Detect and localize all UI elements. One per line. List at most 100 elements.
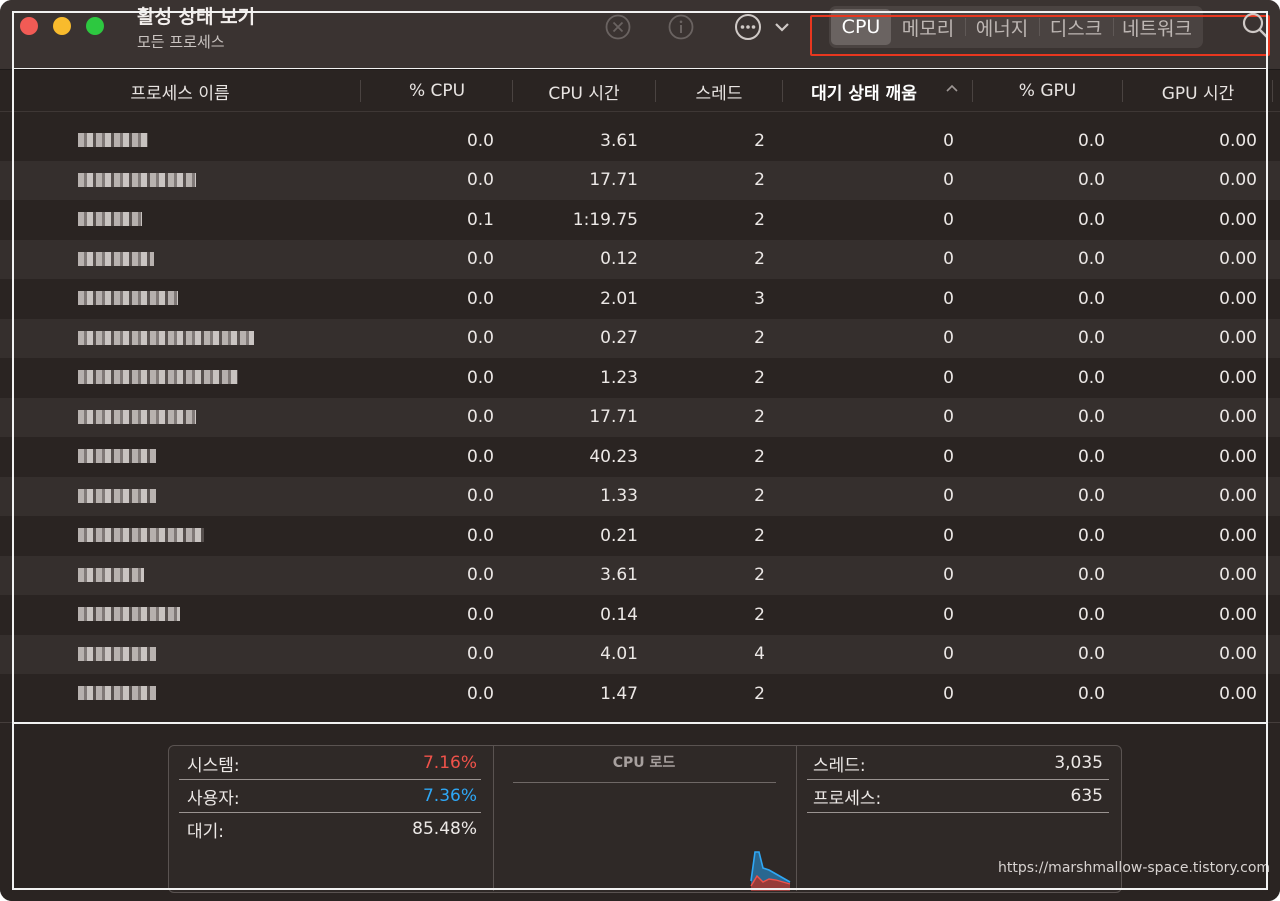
close-window-button[interactable]: [20, 17, 38, 35]
cpu-percent-cell: 0.0: [466, 683, 494, 704]
cpu-time-cell: 1.33: [600, 486, 638, 507]
table-row[interactable]: 0.0 17.71 2 0 0.0 0.00: [0, 397, 1280, 437]
process-name-redacted: [78, 330, 254, 345]
gpu-percent-cell: 0.0: [1077, 249, 1105, 270]
cpu-percent-cell: 0.0: [466, 328, 494, 349]
idle-wakeups-cell: 0: [943, 644, 954, 665]
table-row[interactable]: 0.0 3.61 2 0 0.0 0.00: [0, 121, 1280, 161]
gpu-time-cell: 0.00: [1219, 683, 1257, 704]
cpu-percent-cell: 0.0: [466, 130, 494, 151]
zoom-window-button[interactable]: [86, 17, 104, 35]
cpu-percent-cell: 0.0: [466, 407, 494, 428]
cpu-time-cell: 0.21: [600, 525, 638, 546]
process-name-redacted: [78, 607, 180, 621]
table-row[interactable]: 0.0 1.23 2 0 0.0 0.00: [0, 358, 1280, 398]
gpu-percent-cell: 0.0: [1077, 683, 1105, 704]
gpu-time-cell: 0.00: [1219, 486, 1257, 507]
gpu-percent-cell: 0.0: [1077, 407, 1105, 428]
cpu-percent-cell: 0.0: [466, 367, 494, 388]
cpu-time-cell: 3.61: [600, 130, 638, 151]
column-idle-wakeups[interactable]: 대기 상태 깨움: [783, 70, 945, 112]
idle-wakeups-cell: 0: [943, 565, 954, 586]
table-row[interactable]: 0.0 0.12 2 0 0.0 0.00: [0, 239, 1280, 279]
user-value: 7.36%: [422, 786, 477, 806]
cpu-percent-cell: 0.0: [466, 644, 494, 665]
window-subtitle[interactable]: 모든 프로세스: [137, 31, 225, 52]
column-gpu-time[interactable]: GPU 시간: [1123, 70, 1273, 112]
threads-cell: 2: [754, 249, 765, 270]
gpu-time-cell: 0.00: [1219, 249, 1257, 270]
table-row[interactable]: 0.0 2.01 3 0 0.0 0.00: [0, 279, 1280, 319]
gpu-time-cell: 0.00: [1219, 644, 1257, 665]
column-threads[interactable]: 스레드: [656, 70, 782, 112]
cpu-percent-cell: 0.0: [466, 525, 494, 546]
table-row[interactable]: 0.0 0.14 2 0 0.0 0.00: [0, 595, 1280, 635]
threads-cell: 2: [754, 209, 765, 230]
idle-wakeups-cell: 0: [943, 446, 954, 467]
cpu-time-cell: 17.71: [589, 407, 638, 428]
threads-stat: 스레드: 3,035: [813, 747, 1103, 779]
threads-cell: 2: [754, 407, 765, 428]
cpu-time-cell: 2.01: [600, 288, 638, 309]
cpu-percent-cell: 0.0: [466, 565, 494, 586]
idle-wakeups-cell: 0: [943, 683, 954, 704]
gpu-percent-cell: 0.0: [1077, 170, 1105, 191]
ellipsis-circle-icon[interactable]: [734, 13, 762, 41]
table-row[interactable]: 0.0 3.61 2 0 0.0 0.00: [0, 555, 1280, 595]
gpu-time-cell: 0.00: [1219, 367, 1257, 388]
idle-wakeups-cell: 0: [943, 328, 954, 349]
threads-cell: 3: [754, 288, 765, 309]
watermark-text: https://marshmallow-space.tistory.com: [998, 860, 1271, 876]
process-name-redacted: [78, 646, 156, 661]
column-cpu-percent[interactable]: % CPU: [362, 70, 512, 112]
process-name-redacted: [78, 370, 238, 384]
info-icon[interactable]: [667, 13, 695, 41]
column-process-name[interactable]: 프로세스 이름: [0, 70, 360, 112]
table-row[interactable]: 0.0 40.23 2 0 0.0 0.00: [0, 437, 1280, 477]
x-circle-icon[interactable]: [604, 13, 632, 41]
gpu-percent-cell: 0.0: [1077, 367, 1105, 388]
cpu-percent-cell: 0.0: [466, 288, 494, 309]
cpu-percent-cell: 0.0: [466, 249, 494, 270]
table-row[interactable]: 0.0 0.21 2 0 0.0 0.00: [0, 516, 1280, 556]
table-row[interactable]: 0.0 4.01 4 0 0.0 0.00: [0, 634, 1280, 674]
threads-cell: 2: [754, 367, 765, 388]
idle-wakeups-cell: 0: [943, 249, 954, 270]
minimize-window-button[interactable]: [53, 17, 71, 35]
threads-cell: 4: [754, 644, 765, 665]
idle-wakeups-cell: 0: [943, 130, 954, 151]
table-row[interactable]: 0.0 1.33 2 0 0.0 0.00: [0, 476, 1280, 516]
column-header: 프로세스 이름 % CPU CPU 시간 스레드 대기 상태 깨움 % GPU …: [0, 70, 1280, 112]
cpu-time-cell: 17.71: [589, 170, 638, 191]
process-name-redacted: [78, 172, 196, 187]
cpu-time-cell: 3.61: [600, 565, 638, 586]
process-name-redacted: [78, 133, 148, 147]
column-cpu-time[interactable]: CPU 시간: [513, 70, 655, 112]
process-name-redacted: [78, 212, 142, 226]
processes-value: 635: [1070, 786, 1103, 806]
idle-stat: 대기: 85.48%: [187, 813, 477, 845]
column-gpu-percent[interactable]: % GPU: [973, 70, 1122, 112]
idle-wakeups-cell: 0: [943, 486, 954, 507]
user-label: 사용자:: [187, 788, 240, 809]
sort-ascending-icon[interactable]: [946, 84, 958, 92]
threads-cell: 2: [754, 130, 765, 151]
table-row[interactable]: 0.0 1.47 2 0 0.0 0.00: [0, 674, 1280, 714]
cpu-load-graph-panel: CPU 로드: [493, 746, 796, 891]
table-row[interactable]: 0.1 1:19.75 2 0 0.0 0.00: [0, 200, 1280, 240]
cpu-stats-box: 시스템: 7.16% 사용자: 7.36% 대기: 85.48% CPU 로드: [168, 745, 1122, 893]
table-row[interactable]: 0.0 0.27 2 0 0.0 0.00: [0, 318, 1280, 358]
threads-cell: 2: [754, 683, 765, 704]
gpu-percent-cell: 0.0: [1077, 130, 1105, 151]
threads-cell: 2: [754, 170, 765, 191]
chevron-down-icon[interactable]: [773, 13, 791, 41]
processes-stat: 프로세스: 635: [813, 780, 1103, 812]
gpu-percent-cell: 0.0: [1077, 446, 1105, 467]
idle-wakeups-cell: 0: [943, 288, 954, 309]
gpu-time-cell: 0.00: [1219, 328, 1257, 349]
idle-wakeups-cell: 0: [943, 209, 954, 230]
process-name-redacted: [78, 488, 156, 503]
user-stat: 사용자: 7.36%: [187, 780, 477, 812]
process-name-redacted: [78, 409, 196, 424]
table-row[interactable]: 0.0 17.71 2 0 0.0 0.00: [0, 160, 1280, 200]
